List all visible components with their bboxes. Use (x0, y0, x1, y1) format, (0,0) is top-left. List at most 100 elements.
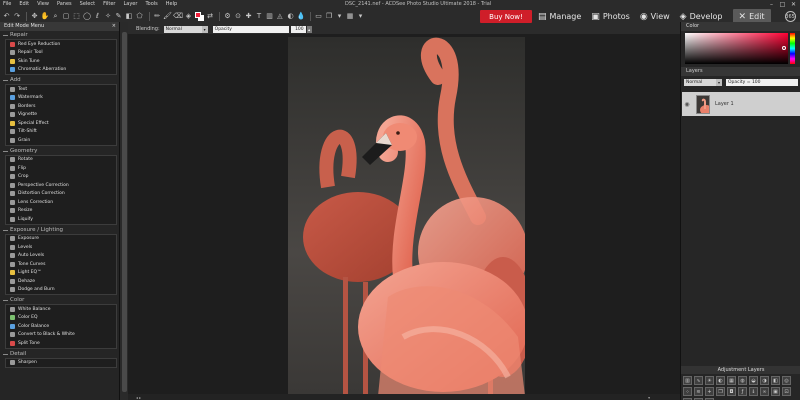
menu-item[interactable]: Light EQ™ (6, 269, 116, 278)
duplicate-layer-icon[interactable]: ❐ (716, 387, 725, 396)
ellipse-select-icon[interactable]: ◯ (83, 12, 92, 21)
lock-icon[interactable]: ⊡ (782, 387, 791, 396)
split-tone-adjust-icon[interactable]: ◧ (771, 376, 780, 385)
eye-icon[interactable]: ◉ (682, 101, 692, 108)
close-button[interactable]: ✕ (789, 0, 798, 9)
menu-item[interactable]: Lens Correction (6, 198, 116, 207)
image-canvas[interactable] (128, 34, 680, 396)
group-exposure-title[interactable]: Exposure / Lighting (0, 226, 119, 234)
zoom-control[interactable]: ▾ (648, 395, 650, 400)
menu-item[interactable]: Repair Tool (6, 49, 116, 58)
mask-icon[interactable]: ◘ (727, 387, 736, 396)
opacity-input[interactable]: 100 (290, 25, 306, 33)
hsl-adjust-icon[interactable]: ◍ (738, 376, 747, 385)
menu-tools[interactable]: Tools (145, 0, 157, 9)
foreground-color-swatch[interactable] (194, 11, 201, 18)
white-balance-adjust-icon[interactable]: ◐ (716, 376, 725, 385)
group-icon[interactable]: ▣ (771, 387, 780, 396)
menu-edit[interactable]: Edit (19, 0, 29, 9)
invert-icon[interactable]: ◧ (125, 12, 134, 21)
move-icon[interactable]: ✥ (30, 12, 39, 21)
menu-item[interactable]: Chromatic Aberration (6, 66, 116, 75)
menu-item[interactable]: Text (6, 85, 116, 94)
menu-item[interactable]: Levels (6, 243, 116, 252)
zoom-icon[interactable]: ⌕ (51, 12, 60, 21)
grain-adjust-icon[interactable]: ⁘ (683, 387, 692, 396)
clone-icon[interactable]: ⊙ (234, 12, 243, 21)
menu-item[interactable]: Color EQ (6, 314, 116, 323)
blending-dropdown[interactable]: Normal ▾ (163, 25, 208, 33)
copy-icon[interactable]: ❐ (325, 12, 334, 21)
opacity-stepper[interactable]: ▴ (306, 25, 312, 33)
drop-icon[interactable]: 💧 (297, 12, 306, 21)
menu-item[interactable]: Vignette (6, 111, 116, 120)
group-color-title[interactable]: Color (0, 296, 119, 304)
exposure-adjust-icon[interactable]: ☀ (705, 376, 714, 385)
menu-panes[interactable]: Panes (57, 0, 72, 9)
menu-item[interactable]: Sharpen (6, 359, 116, 368)
menu-item[interactable]: Rotate (6, 156, 116, 165)
rect-icon[interactable]: ▭ (314, 12, 323, 21)
swap-colors-icon[interactable]: ⇄ (206, 12, 215, 21)
layer-opacity-field[interactable]: Opacity = 100 (726, 79, 798, 86)
opacity-slider[interactable]: Opacity (212, 25, 289, 33)
menu-layer[interactable]: Layer (123, 0, 137, 9)
menu-item[interactable]: Distortion Correction (6, 190, 116, 199)
color-picker-field[interactable] (685, 33, 788, 64)
close-icon[interactable]: × (112, 22, 116, 31)
heal-icon[interactable]: ✚ (244, 12, 253, 21)
menu-item[interactable]: Tone Curves (6, 260, 116, 269)
mode-photos[interactable]: ▣ Photos (591, 9, 630, 24)
menu-item[interactable]: Liquify (6, 215, 116, 224)
hand-icon[interactable]: ✋ (41, 12, 50, 21)
pencil-icon[interactable]: ✏ (153, 12, 162, 21)
menu-filter[interactable]: Filter (103, 0, 115, 9)
text-tool-icon[interactable]: T (255, 12, 264, 21)
circle-icon[interactable]: ◐ (286, 12, 295, 21)
dehaze-adjust-icon[interactable]: ≋ (694, 387, 703, 396)
menu-item[interactable]: Tilt-Shift (6, 128, 116, 137)
brush-select-icon[interactable]: ✎ (114, 12, 123, 21)
menu-item[interactable]: Split Tone (6, 339, 116, 348)
menu-item[interactable]: Special Effect (6, 119, 116, 128)
menu-item[interactable]: Dehaze (6, 277, 116, 286)
grid-icon[interactable]: ▦ (346, 12, 355, 21)
redo-icon[interactable]: ↷ (13, 12, 22, 21)
color-picker-cursor[interactable] (782, 46, 786, 50)
menu-view[interactable]: View (37, 0, 49, 9)
flamingo-photo[interactable] (288, 37, 525, 396)
menu-item[interactable]: Borders (6, 102, 116, 111)
mode-view[interactable]: ◉ View (640, 9, 670, 24)
menu-item[interactable]: Skin Tune (6, 57, 116, 66)
menu-item[interactable]: Resize (6, 207, 116, 216)
menu-file[interactable]: File (3, 0, 11, 9)
select-icon[interactable]: ▢ (62, 12, 71, 21)
gradient-icon[interactable]: ▥ (265, 12, 274, 21)
status-arrows-icon[interactable]: ◂ ▸ (136, 395, 141, 400)
menu-item[interactable]: Red Eye Reduction (6, 40, 116, 49)
bw-adjust-icon[interactable]: ◑ (760, 376, 769, 385)
lasso-icon[interactable]: ℓ (93, 12, 102, 21)
new-layer-icon[interactable]: + (705, 387, 714, 396)
light-eq-adjust-icon[interactable]: ◒ (749, 376, 758, 385)
shape-icon[interactable]: ◬ (276, 12, 285, 21)
fill-icon[interactable]: ◈ (184, 12, 193, 21)
minimize-button[interactable]: – (767, 0, 776, 9)
group-add-title[interactable]: Add (0, 76, 119, 84)
menu-item[interactable]: Color Balance (6, 322, 116, 331)
more-icon[interactable]: ▾ (356, 12, 365, 21)
group-geometry-title[interactable]: Geometry (0, 147, 119, 155)
365-badge-icon[interactable]: 365 (784, 11, 796, 22)
menu-item[interactable]: Crop (6, 173, 116, 182)
rect-select-icon[interactable]: ⬚ (72, 12, 81, 21)
group-detail-title[interactable]: Detail (0, 350, 119, 358)
layer-row[interactable]: ◉ Layer 1 (682, 92, 800, 116)
magic-wand-icon[interactable]: ✧ (104, 12, 113, 21)
levels-adjust-icon[interactable]: ▥ (683, 376, 692, 385)
fx-icon[interactable]: ƒ (738, 387, 747, 396)
settings-icon[interactable]: ⚙ (223, 12, 232, 21)
menu-item[interactable]: Auto Levels (6, 252, 116, 261)
scrollbar-thumb[interactable] (121, 32, 127, 392)
dropdown-icon[interactable]: ▾ (335, 12, 344, 21)
undo-icon[interactable]: ↶ (2, 12, 11, 21)
